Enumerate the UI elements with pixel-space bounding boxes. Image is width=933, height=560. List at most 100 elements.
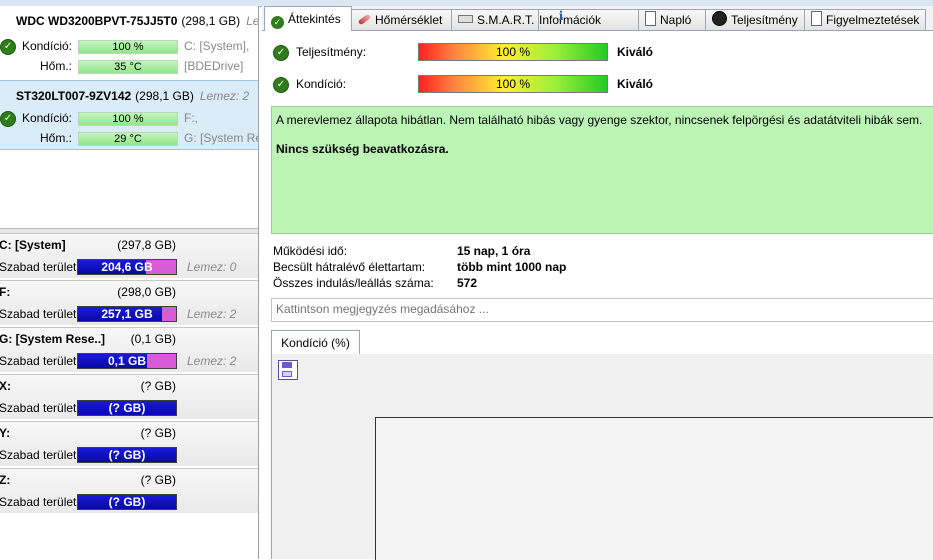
check-circle-icon: ✓	[273, 77, 289, 93]
uptime-value: 15 nap, 1 óra	[457, 244, 531, 258]
volume-name: C: [System]	[0, 238, 66, 252]
tab-log[interactable]: Napló	[638, 9, 706, 30]
volume-size: (0,1 GB)	[130, 332, 176, 346]
check-circle-icon: ✓	[0, 39, 16, 55]
startstop-row: Összes indulás/leállás száma: 572	[273, 276, 873, 291]
health-rating: Kiváló	[617, 77, 654, 91]
free-space-bar: 257,1 GB	[77, 306, 177, 322]
volume-item-y[interactable]: Y: (? GB) Szabad terület (? GB)	[0, 421, 258, 466]
check-circle-icon: ✓	[0, 111, 16, 127]
lifetime-label: Becsült hátralévő élettartam:	[273, 260, 426, 274]
free-space-label: Szabad terület	[0, 260, 77, 274]
disk-volumes: C: [System],	[184, 39, 250, 53]
startstop-label: Összes indulás/leállás száma:	[273, 276, 434, 290]
temp-label: Hőm.:	[39, 131, 72, 145]
free-space-label: Szabad terület	[0, 495, 77, 509]
free-space-label: Szabad terület	[0, 307, 77, 321]
tab-warnings[interactable]: Figyelmeztetések	[804, 9, 926, 30]
volume-item-x[interactable]: X: (? GB) Szabad terület (? GB)	[0, 374, 258, 419]
volume-disk: Lemez: 2	[187, 354, 237, 368]
tab-bar: ✓ Áttekintés Hőmérséklet S.M.A.R.T. i Info…	[262, 6, 933, 31]
disk-volumes-2: [BDEDrive]	[184, 59, 244, 73]
performance-rating: Kiváló	[617, 45, 654, 59]
uptime-row: Működési idő: 15 nap, 1 óra	[273, 244, 873, 259]
lifetime-value: több mint 1000 nap	[457, 260, 567, 274]
volume-disk: Lemez: 0	[187, 260, 237, 274]
volume-size: (? GB)	[140, 426, 176, 440]
free-space-bar: 204,6 GB	[77, 259, 177, 275]
disk-list-panel: WDC WD3200BPVT-75JJ5T0(298,1 GB)Lem ✓ Ko…	[0, 6, 259, 559]
info-icon: i	[558, 9, 564, 23]
volume-item-f[interactable]: F: (298,0 GB) Szabad terület 257,1 GB Le…	[0, 280, 258, 325]
tab-information[interactable]: i Információk	[538, 9, 639, 30]
temp-bar: 35 °C	[78, 60, 178, 74]
volume-name: X:	[0, 379, 11, 393]
temp-bar: 29 °C	[78, 132, 178, 146]
smart-icon	[458, 15, 473, 23]
tab-temperature[interactable]: Hőmérséklet	[351, 9, 452, 30]
log-icon	[645, 11, 656, 26]
chart-tab-bar: Kondíció (%)	[271, 330, 933, 356]
health-label: Kondíció:	[21, 39, 72, 53]
volume-name: G: [System Rese..]	[0, 332, 106, 346]
temp-label: Hőm.:	[39, 59, 72, 73]
disk-model: ST320LT007-9ZV142	[16, 89, 132, 103]
tab-performance[interactable]: Teljesítmény	[705, 9, 805, 30]
gauge-icon	[712, 11, 727, 26]
volume-size: (297,8 GB)	[117, 238, 176, 252]
volume-item-z[interactable]: Z: (? GB) Szabad terület (? GB)	[0, 468, 258, 513]
lifetime-row: Becsült hátralévő élettartam: több mint …	[273, 260, 873, 275]
health-bar: 100 %	[78, 40, 178, 54]
startstop-value: 572	[457, 276, 478, 290]
free-space-label: Szabad terület	[0, 401, 77, 415]
save-icon[interactable]	[278, 360, 298, 380]
details-panel: ✓ Áttekintés Hőmérséklet S.M.A.R.T. i Info…	[262, 6, 933, 560]
health-label: Kondíció:	[21, 111, 72, 125]
disk-item-2[interactable]: ST320LT007-9ZV142 (298,1 GB) Lemez: 2 ✓ Ko…	[0, 80, 258, 150]
thermometer-icon	[357, 13, 372, 26]
tab-smart[interactable]: S.M.A.R.T.	[451, 9, 539, 30]
free-space-label: Szabad terület	[0, 448, 77, 462]
disk-item-1[interactable]: WDC WD3200BPVT-75JJ5T0(298,1 GB) Lem ✓ Ko…	[0, 6, 258, 80]
volume-size: (298,0 GB)	[117, 285, 176, 299]
status-message-box: A merevlemez állapota hibátlan. Nem talá…	[271, 106, 933, 234]
disk-temp-row: Hőm.: 35 °C [BDEDrive]	[0, 58, 258, 74]
check-circle-icon: ✓	[273, 45, 289, 61]
warning-doc-icon	[811, 11, 822, 26]
free-space-bar: (? GB)	[77, 400, 177, 416]
check-circle-icon: ✓	[271, 16, 284, 29]
status-recommendation: Nincs szükség beavatkozásra.	[276, 142, 449, 156]
volume-size: (? GB)	[140, 379, 176, 393]
disk-health-row: ✓ Kondíció: 100 % C: [System],	[0, 38, 258, 55]
volume-size: (? GB)	[140, 473, 176, 487]
status-description: A merevlemez állapota hibátlan. Nem talá…	[276, 113, 923, 127]
disk-volumes-2: G: [System Re	[184, 131, 259, 145]
volume-name: Z:	[0, 473, 11, 487]
health-bar: 100 %	[418, 75, 608, 93]
disk-size: (298,1 GB)	[135, 89, 194, 103]
free-space-bar: (? GB)	[77, 494, 177, 510]
volume-disk: Lemez: 2	[187, 307, 237, 321]
disk-temp-row: Hőm.: 29 °C G: [System Re	[0, 130, 258, 146]
free-space-bar: 0,1 GB	[77, 353, 177, 369]
disk-number: Lemez: 2	[199, 89, 250, 103]
chart-plot-area	[375, 417, 933, 560]
volume-name: F:	[0, 285, 11, 299]
health-label: Kondíció:	[296, 77, 347, 91]
note-input[interactable]	[272, 299, 926, 319]
performance-label: Teljesítmény:	[296, 45, 367, 59]
volume-item-c[interactable]: C: [System] (297,8 GB) Szabad terület 20…	[0, 233, 258, 278]
performance-row: ✓ Teljesítmény: 100 % Kiváló	[262, 41, 933, 63]
free-space-bar: (? GB)	[77, 447, 177, 463]
free-space-label: Szabad terület	[0, 354, 77, 368]
volume-name: Y:	[0, 426, 11, 440]
disk-number: Lem	[246, 14, 259, 28]
disk-health-row: ✓ Kondíció: 100 % F:,	[0, 110, 258, 127]
volume-item-g[interactable]: G: [System Rese..] (0,1 GB) Szabad terül…	[0, 327, 258, 372]
health-bar: 100 %	[78, 112, 178, 126]
note-box	[271, 298, 933, 322]
tab-health-chart[interactable]: Kondíció (%)	[271, 330, 360, 356]
health-row: ✓ Kondíció: 100 % Kiváló	[262, 73, 933, 95]
tab-overview[interactable]: ✓ Áttekintés	[264, 6, 352, 31]
performance-bar: 100 %	[418, 43, 608, 61]
